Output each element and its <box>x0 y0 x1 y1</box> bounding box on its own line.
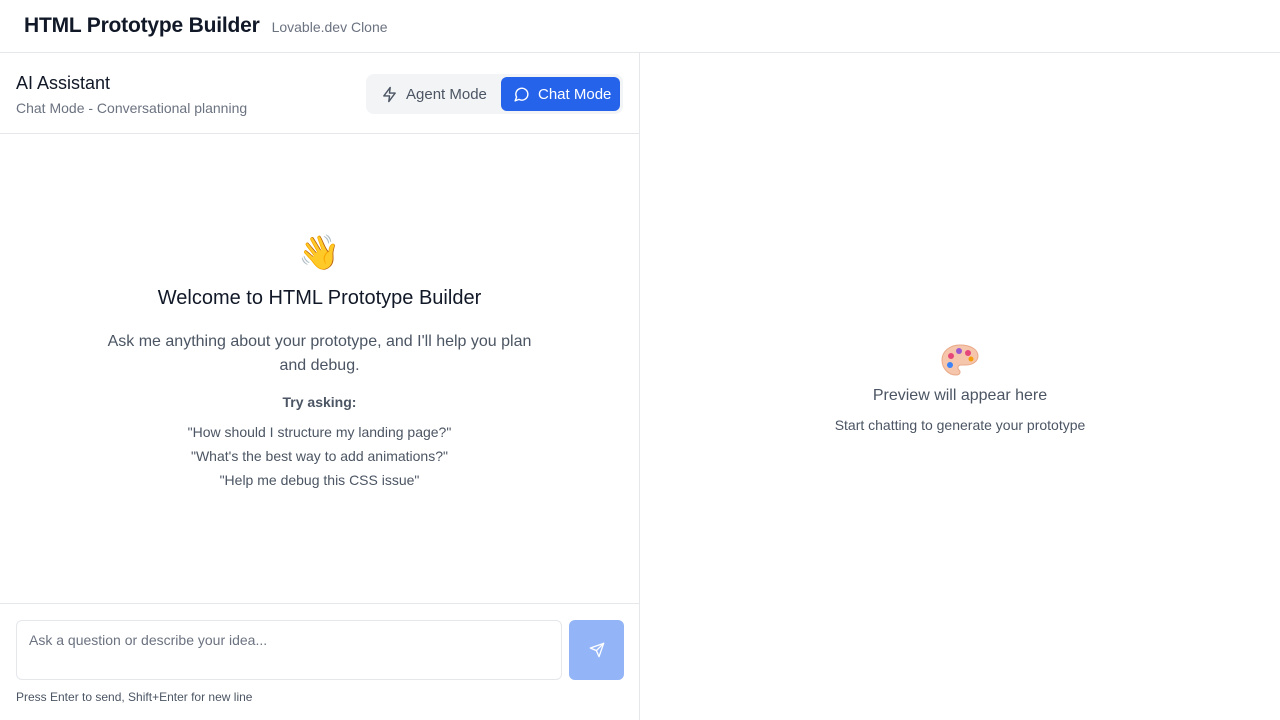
app-subtitle: Lovable.dev Clone <box>271 19 388 35</box>
agent-mode-button[interactable]: Agent Mode <box>371 77 501 111</box>
top-bar: HTML Prototype Builder Lovable.dev Clone <box>0 0 1280 53</box>
preview-title: Preview will appear here <box>872 387 1048 404</box>
assistant-title: AI Assistant <box>16 73 111 93</box>
assistant-mode-description: Chat Mode - Conversational planning <box>16 100 248 116</box>
send-icon <box>589 642 604 658</box>
send-button[interactable] <box>569 620 624 680</box>
suggestion-list: "How should I structure my landing page?… <box>0 420 639 492</box>
chat-mode-label: Chat Mode <box>538 85 612 103</box>
waving-hand-icon: 👋 <box>298 234 341 272</box>
suggestion-item: "What's the best way to add animations?" <box>191 448 448 464</box>
preview-subtitle: Start chatting to generate your prototyp… <box>834 417 1086 433</box>
chat-panel: AI Assistant Chat Mode - Conversational … <box>0 53 640 720</box>
suggestion-item: "How should I structure my landing page?… <box>187 424 452 440</box>
palette-icon <box>640 343 1280 377</box>
suggestion-item: "Help me debug this CSS issue" <box>219 472 420 488</box>
welcome-section: 👋 Welcome to HTML Prototype Builder Ask … <box>0 233 639 492</box>
chat-panel-header: AI Assistant Chat Mode - Conversational … <box>0 53 639 134</box>
preview-panel: Preview will appear here Start chatting … <box>640 53 1280 720</box>
chat-mode-button[interactable]: Chat Mode <box>501 77 620 111</box>
chat-input[interactable] <box>16 620 562 680</box>
agent-mode-label: Agent Mode <box>406 85 487 103</box>
try-asking-label: Try asking: <box>282 394 357 410</box>
app-title: HTML Prototype Builder <box>24 14 260 37</box>
chat-bubble-icon <box>514 87 529 102</box>
welcome-description: Ask me anything about your prototype, an… <box>107 333 532 374</box>
welcome-title: Welcome to HTML Prototype Builder <box>157 287 482 309</box>
chat-input-area: Press Enter to send, Shift+Enter for new… <box>0 603 639 720</box>
input-hint: Press Enter to send, Shift+Enter for new… <box>16 690 253 704</box>
lightning-icon <box>383 86 396 102</box>
preview-empty-state: Preview will appear here Start chatting … <box>640 343 1280 433</box>
mode-toggle: Agent Mode Chat Mode <box>366 74 623 114</box>
